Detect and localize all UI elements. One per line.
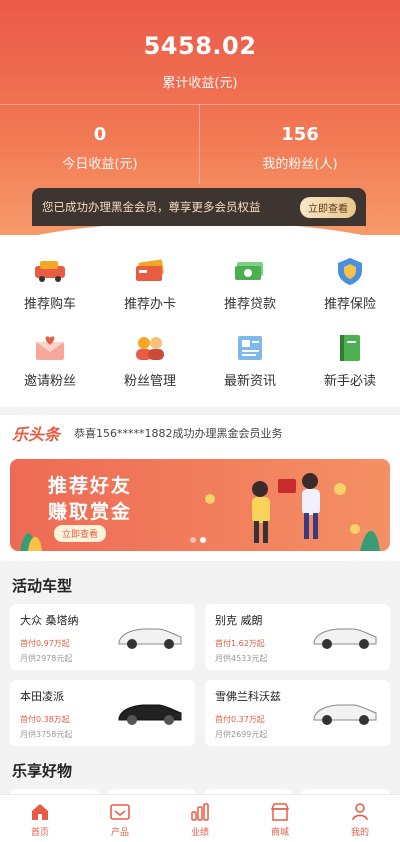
car-card[interactable]: 雪佛兰科沃兹 首付0.37万起 月供2699元起: [205, 680, 390, 746]
book-icon: [332, 332, 368, 364]
tab-performance[interactable]: 业绩: [160, 795, 240, 842]
menu-label: 推荐保险: [323, 297, 376, 312]
car-monthly-payment: 月供2978元起: [20, 654, 73, 663]
tab-store[interactable]: 商城: [240, 795, 320, 842]
shield-icon: [332, 255, 368, 287]
tab-label: 我的: [350, 828, 369, 838]
car-icon: [32, 255, 68, 287]
total-earnings-label: 累计收益(元): [162, 76, 238, 91]
tab-label: 业绩: [190, 828, 209, 838]
carousel-dot[interactable]: [190, 537, 196, 543]
invite-envelope-icon: [32, 332, 68, 364]
menu-item-card[interactable]: 推荐办卡: [100, 255, 200, 312]
menu-item-news[interactable]: 最新资讯: [200, 332, 300, 389]
product-icon: [80, 801, 160, 823]
news-logo: 乐头条: [12, 425, 61, 444]
menu-item-guide[interactable]: 新手必读: [300, 332, 400, 389]
section-title-goods: 乐享好物: [12, 762, 73, 780]
today-earnings[interactable]: 0 今日收益(元): [0, 124, 200, 172]
menu-item-fans-manage[interactable]: 粉丝管理: [100, 332, 200, 389]
my-fans-value: 156: [281, 124, 319, 145]
banner-wrap: 推荐好友 赚取赏金 立即查看: [0, 451, 400, 561]
menu-label: 粉丝管理: [123, 374, 176, 389]
car-monthly-payment: 月供3758元起: [20, 730, 73, 739]
my-fans-label: 我的粉丝(人): [262, 157, 338, 172]
car-monthly-payment: 月供2699元起: [215, 730, 268, 739]
carousel-dot-active[interactable]: [200, 537, 206, 543]
store-icon: [240, 801, 320, 823]
car-grid: 大众 桑塔纳 首付0.97万起 月供2978元起 别克 威朗 首付1.62万起 …: [0, 604, 400, 746]
car-image: [313, 704, 377, 725]
banner-button[interactable]: 立即查看: [54, 525, 107, 542]
tab-products[interactable]: 产品: [80, 795, 160, 842]
news-message: 恭喜156*****1882成功办理黑金会员业务: [74, 427, 283, 440]
news-ticker[interactable]: 乐头条 恭喜156*****1882成功办理黑金会员业务: [0, 415, 400, 451]
banner-line-1: 推荐好友: [48, 475, 133, 497]
card-icon: [132, 255, 168, 287]
car-image: [118, 628, 182, 649]
menu-item-invite[interactable]: 邀请粉丝: [0, 332, 100, 389]
vip-view-button[interactable]: 立即查看: [300, 196, 356, 218]
promo-banner[interactable]: 推荐好友 赚取赏金 立即查看: [10, 459, 390, 551]
my-fans[interactable]: 156 我的粉丝(人): [200, 124, 400, 172]
car-card[interactable]: 大众 桑塔纳 首付0.97万起 月供2978元起: [10, 604, 195, 670]
tab-bar: 首页 产品 业绩 商城 我的: [0, 794, 400, 842]
menu-item-loan[interactable]: 推荐贷款: [200, 255, 300, 312]
tab-label: 产品: [110, 828, 129, 838]
menu-item-buy-car[interactable]: 推荐购车: [0, 255, 100, 312]
people-icon: [132, 332, 168, 364]
menu-label: 最新资讯: [223, 374, 276, 389]
money-icon: [232, 255, 268, 287]
menu-item-insurance[interactable]: 推荐保险: [300, 255, 400, 312]
header: 5458.02 累计收益(元) 0 今日收益(元) 156 我的粉丝(人) 您已…: [0, 0, 400, 235]
section-title-cars: 活动车型: [12, 577, 73, 595]
car-monthly-payment: 月供4533元起: [215, 654, 268, 663]
menu-label: 推荐购车: [23, 297, 76, 312]
menu-label: 新手必读: [323, 374, 376, 389]
car-card[interactable]: 别克 威朗 首付1.62万起 月供4533元起: [205, 604, 390, 670]
car-card[interactable]: 本田凌派 首付0.38万起 月供3758元起: [10, 680, 195, 746]
menu-label: 邀请粉丝: [23, 374, 76, 389]
tab-label: 首页: [30, 828, 49, 838]
home-icon: [0, 801, 80, 823]
menu-label: 推荐办卡: [123, 297, 176, 312]
total-earnings-value: 5458.02: [143, 32, 257, 60]
user-icon: [320, 801, 400, 823]
tab-mine[interactable]: 我的: [320, 795, 400, 842]
news-icon: [232, 332, 268, 364]
tab-home[interactable]: 首页: [0, 795, 80, 842]
today-earnings-value: 0: [93, 124, 107, 145]
menu-label: 推荐贷款: [223, 297, 276, 312]
tab-label: 商城: [270, 828, 289, 838]
banner-line-2: 赚取赏金: [48, 501, 133, 523]
car-image: [313, 628, 377, 649]
vip-bar[interactable]: 您已成功办理黑金会员，尊享更多会员权益 立即查看: [32, 188, 366, 226]
chart-icon: [160, 801, 240, 823]
car-image: [118, 704, 182, 725]
today-earnings-label: 今日收益(元): [62, 157, 138, 172]
carousel-dots: [190, 537, 206, 543]
quick-menu: 推荐购车 推荐办卡 推荐贷款 推荐保险 邀请粉丝 粉丝管理 最新资讯 新手必读: [0, 235, 400, 407]
vip-text: 您已成功办理黑金会员，尊享更多会员权益: [42, 200, 261, 214]
divider: [0, 104, 400, 105]
